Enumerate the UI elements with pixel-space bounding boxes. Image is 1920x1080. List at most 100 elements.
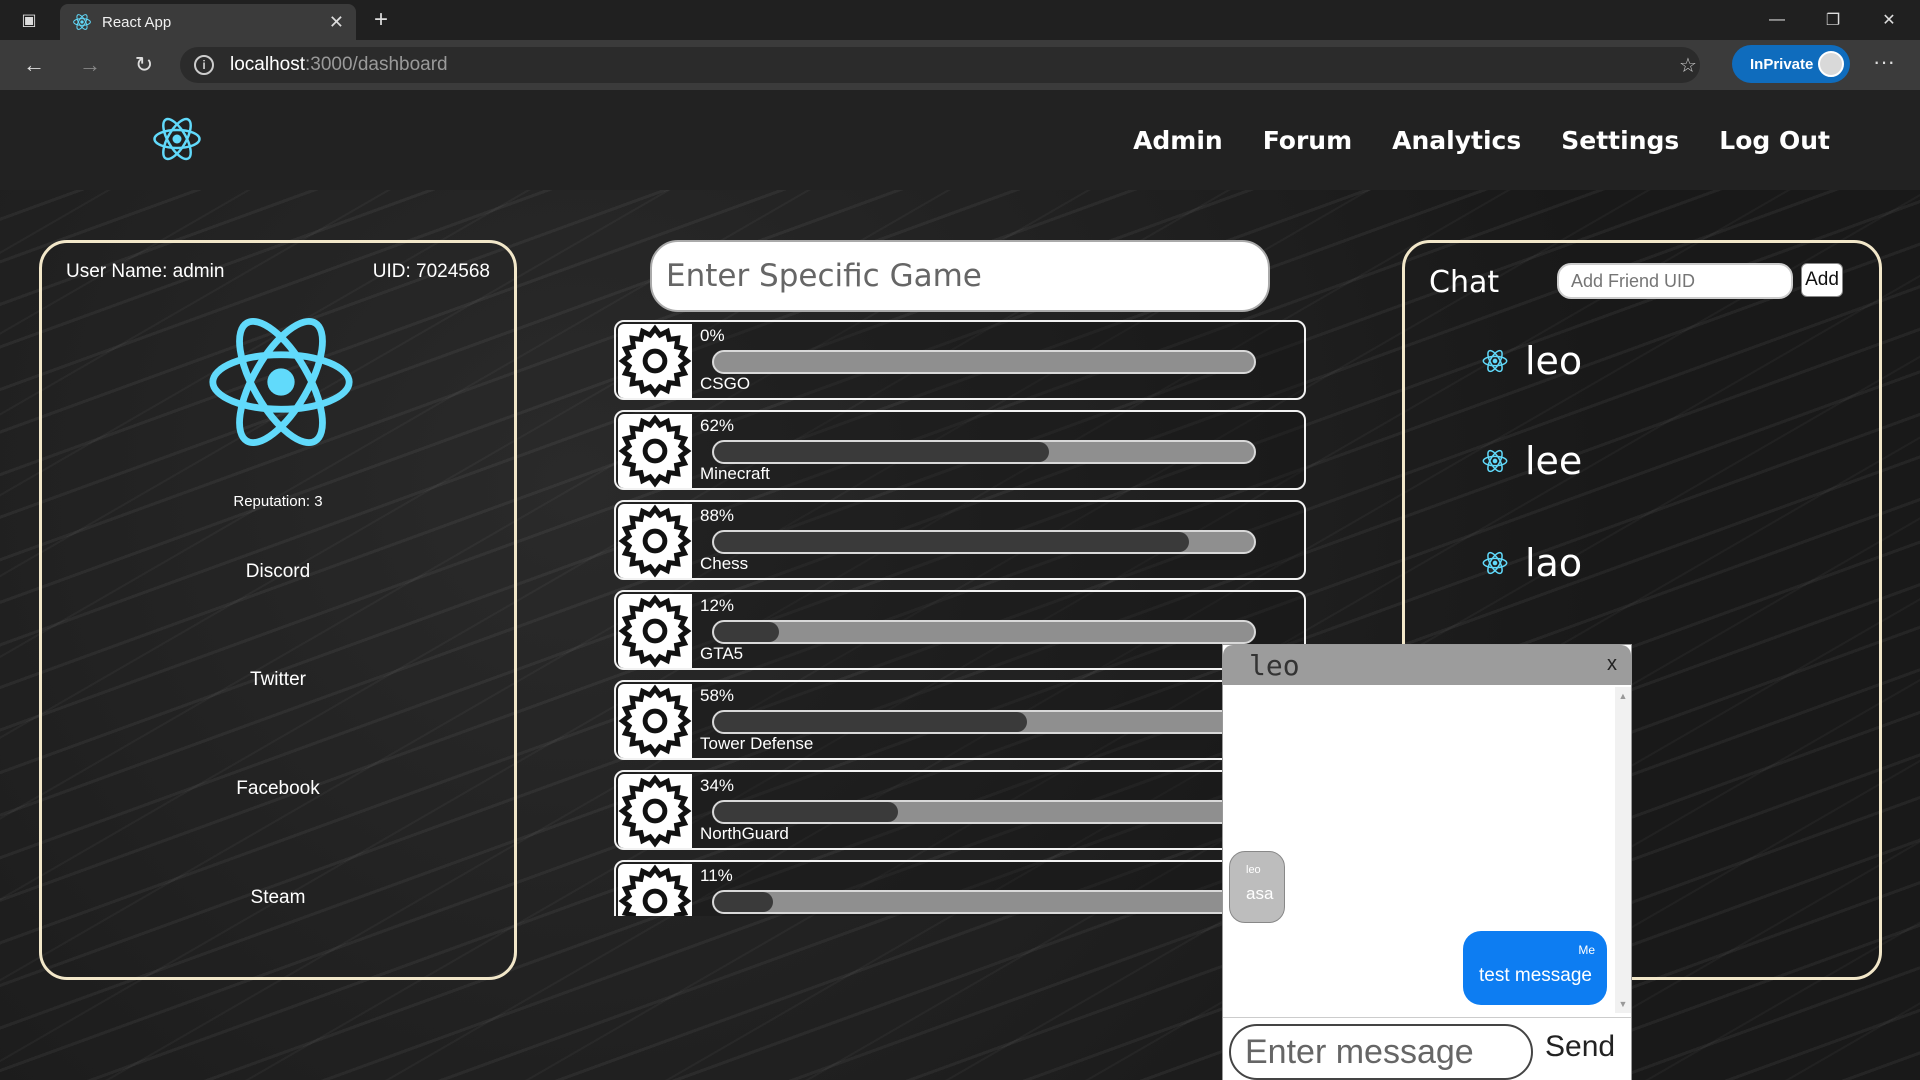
gear-icon [618, 324, 692, 398]
gear-icon [618, 504, 692, 578]
social-facebook[interactable]: Facebook [42, 778, 514, 800]
user-name: User Name: admin [66, 261, 225, 282]
friend-name: lee [1525, 439, 1583, 483]
progress-bar [712, 530, 1256, 554]
refresh-icon[interactable]: ↻ [126, 48, 162, 82]
game-percent: 12% [700, 596, 735, 615]
tab-actions-icon[interactable]: ▣ [14, 8, 44, 32]
social-discord[interactable]: Discord [42, 561, 514, 583]
gear-icon [618, 414, 692, 488]
game-percent: 62% [700, 416, 735, 435]
progress-fill [714, 712, 1028, 732]
game-item[interactable]: 11% [614, 860, 1306, 916]
browser-tab-bar: ▣ React App ✕ + — ❐ ✕ [0, 0, 1920, 40]
outgoing-message: Me test message [1463, 931, 1607, 1005]
browser-tab[interactable]: React App ✕ [60, 4, 356, 40]
tab-close-icon[interactable]: ✕ [329, 12, 344, 33]
url-host: localhost [230, 54, 305, 75]
progress-bar [712, 440, 1256, 464]
nav-analytics[interactable]: Analytics [1392, 126, 1521, 155]
react-friend-icon [1482, 551, 1508, 575]
social-steam[interactable]: Steam [42, 887, 514, 909]
game-percent: 11% [700, 866, 733, 885]
profile-avatar [1818, 51, 1844, 77]
tab-title: React App [102, 13, 172, 31]
window-close-icon[interactable]: ✕ [1862, 0, 1916, 40]
game-item[interactable]: 0% CSGO [614, 320, 1306, 400]
progress-bar [712, 710, 1256, 734]
nav-settings[interactable]: Settings [1561, 126, 1679, 155]
add-friend-uid-input[interactable] [1557, 263, 1793, 299]
forward-icon[interactable]: → [72, 48, 108, 82]
chat-popup: leo x ▲ ▼ leo asa Me test message Send [1222, 644, 1632, 1080]
message-input[interactable] [1229, 1024, 1533, 1080]
restore-icon[interactable]: ❐ [1806, 0, 1860, 40]
inprivate-button[interactable]: InPrivate [1732, 45, 1850, 83]
message-text: asa [1246, 884, 1274, 903]
game-percent: 34% [700, 776, 735, 795]
game-item[interactable]: 62% Minecraft [614, 410, 1306, 490]
chat-input-row: Send [1223, 1017, 1631, 1080]
game-name: Tower Defense [700, 734, 814, 753]
react-friend-icon [1482, 449, 1508, 473]
friend-item-lee[interactable]: lee [1481, 439, 1582, 483]
message-text: test message [1479, 965, 1592, 986]
game-item[interactable]: 34% NorthGuard [614, 770, 1306, 850]
game-name: NorthGuard [700, 824, 789, 843]
progress-bar [712, 800, 1256, 824]
game-percent: 0% [700, 326, 725, 345]
react-favicon-icon [73, 14, 91, 30]
favorite-star-icon[interactable]: ☆ [1676, 54, 1700, 78]
react-friend-icon [1482, 349, 1508, 373]
friend-item-leo[interactable]: leo [1481, 339, 1582, 383]
progress-fill [714, 532, 1190, 552]
chat-scrollbar[interactable]: ▲ ▼ [1615, 687, 1631, 1013]
game-name: GTA5 [700, 644, 744, 663]
progress-fill [714, 622, 779, 642]
close-chat-button[interactable]: x [1607, 653, 1617, 676]
url-field[interactable]: i localhost:3000/dashboard [180, 47, 1700, 83]
game-item[interactable]: 12% GTA5 [614, 590, 1306, 670]
nav-logout[interactable]: Log Out [1719, 126, 1830, 155]
scroll-down-icon[interactable]: ▼ [1618, 999, 1628, 1009]
reputation-label: Reputation: 3 [233, 493, 323, 510]
react-avatar-icon [209, 317, 353, 447]
game-item[interactable]: 88% Chess [614, 500, 1306, 580]
send-button[interactable]: Send [1545, 1030, 1615, 1064]
chat-popup-header[interactable]: leo x [1223, 645, 1631, 685]
friend-item-lao[interactable]: lao [1481, 541, 1582, 585]
game-list: 0% CSGO 62% Minecraft 88% Chess 12% GTA5… [614, 320, 1308, 916]
game-name: Minecraft [700, 464, 770, 483]
app-navbar: Admin Forum Analytics Settings Log Out [0, 90, 1920, 190]
dashboard-page: Admin Forum Analytics Settings Log Out U… [0, 90, 1920, 1080]
game-item[interactable]: 58% Tower Defense [614, 680, 1306, 760]
gear-icon [618, 684, 692, 758]
nav-forum[interactable]: Forum [1263, 126, 1352, 155]
site-info-icon[interactable]: i [194, 55, 214, 75]
more-icon[interactable]: ··· [1866, 51, 1902, 78]
back-icon[interactable]: ← [16, 48, 52, 82]
gear-icon [618, 864, 692, 916]
nav-admin[interactable]: Admin [1133, 126, 1223, 155]
gear-icon [618, 774, 692, 848]
scroll-up-icon[interactable]: ▲ [1618, 691, 1628, 701]
add-friend-button[interactable]: Add [1801, 263, 1843, 297]
inprivate-label: InPrivate [1750, 55, 1814, 73]
progress-fill [714, 802, 898, 822]
react-logo-icon[interactable] [150, 112, 204, 166]
chat-contact-name: leo [1249, 649, 1300, 682]
message-sender: leo [1246, 864, 1261, 876]
minimize-icon[interactable]: — [1750, 0, 1804, 40]
progress-bar [712, 620, 1256, 644]
progress-fill [714, 892, 774, 912]
address-bar: ← → ↻ i localhost:3000/dashboard ☆ InPri… [0, 40, 1920, 90]
friend-name: lao [1525, 541, 1583, 585]
game-search-input[interactable] [650, 240, 1270, 312]
game-percent: 88% [700, 506, 735, 525]
social-twitter[interactable]: Twitter [42, 669, 514, 691]
new-tab-button[interactable]: + [366, 6, 396, 34]
progress-bar [712, 890, 1256, 914]
profile-card: User Name: admin UID: 7024568 Reputation… [39, 240, 517, 980]
friend-name: leo [1525, 339, 1583, 383]
message-sender: Me [1578, 943, 1595, 957]
